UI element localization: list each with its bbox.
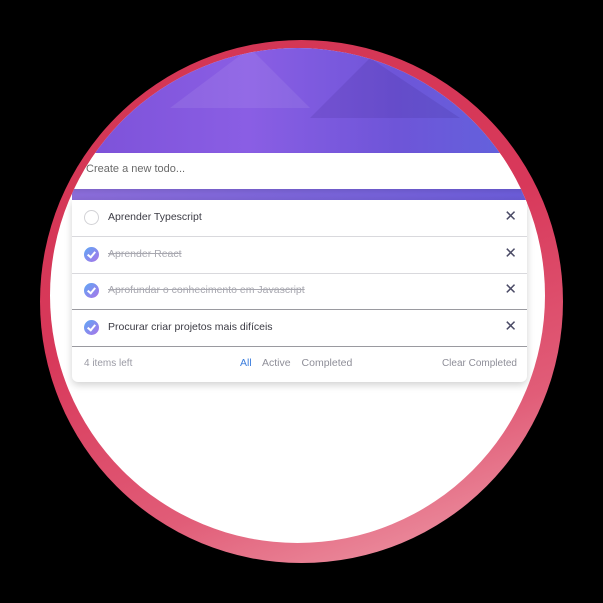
close-x-icon[interactable]: ✕	[504, 208, 517, 226]
todo-item[interactable]: Procurar criar projetos mais difíceis ✕	[72, 310, 527, 347]
clear-completed-button[interactable]: Clear Completed	[442, 358, 517, 369]
close-x-icon[interactable]: ✕	[504, 281, 517, 299]
header-banner-image	[50, 48, 545, 153]
filter-group: All Active Completed	[240, 357, 360, 369]
todo-list-card: Aprender Typescript ✕ Aprender React ✕ A…	[72, 200, 527, 382]
check-icon[interactable]	[84, 320, 99, 335]
filter-all[interactable]: All	[240, 357, 252, 369]
todo-text: Aprender Typescript	[108, 211, 202, 223]
close-x-icon[interactable]: ✕	[504, 245, 517, 263]
banner-strip	[72, 188, 527, 200]
todo-item[interactable]: Aprender Typescript ✕	[72, 200, 527, 237]
check-icon[interactable]	[84, 283, 99, 298]
todo-footer: 4 items left All Active Completed Clear …	[72, 346, 527, 382]
todo-text: Aprofundar o conhecimento em Javascript	[108, 284, 305, 296]
new-todo-input[interactable]	[84, 162, 508, 176]
items-left-count: 4 items left	[84, 358, 133, 369]
check-toggle[interactable]	[84, 210, 99, 225]
check-icon[interactable]	[84, 247, 99, 262]
new-todo-bar	[72, 153, 527, 189]
todo-item[interactable]: Aprofundar o conhecimento em Javascript …	[72, 273, 527, 310]
todo-text: Aprender React	[108, 248, 182, 260]
filter-active[interactable]: Active	[262, 357, 291, 369]
todo-text: Procurar criar projetos mais difíceis	[108, 321, 273, 333]
filter-completed[interactable]: Completed	[302, 357, 353, 369]
close-x-icon[interactable]: ✕	[504, 318, 517, 336]
app-viewport: Aprender Typescript ✕ Aprender React ✕ A…	[50, 48, 545, 543]
todo-item[interactable]: Aprender React ✕	[72, 237, 527, 274]
